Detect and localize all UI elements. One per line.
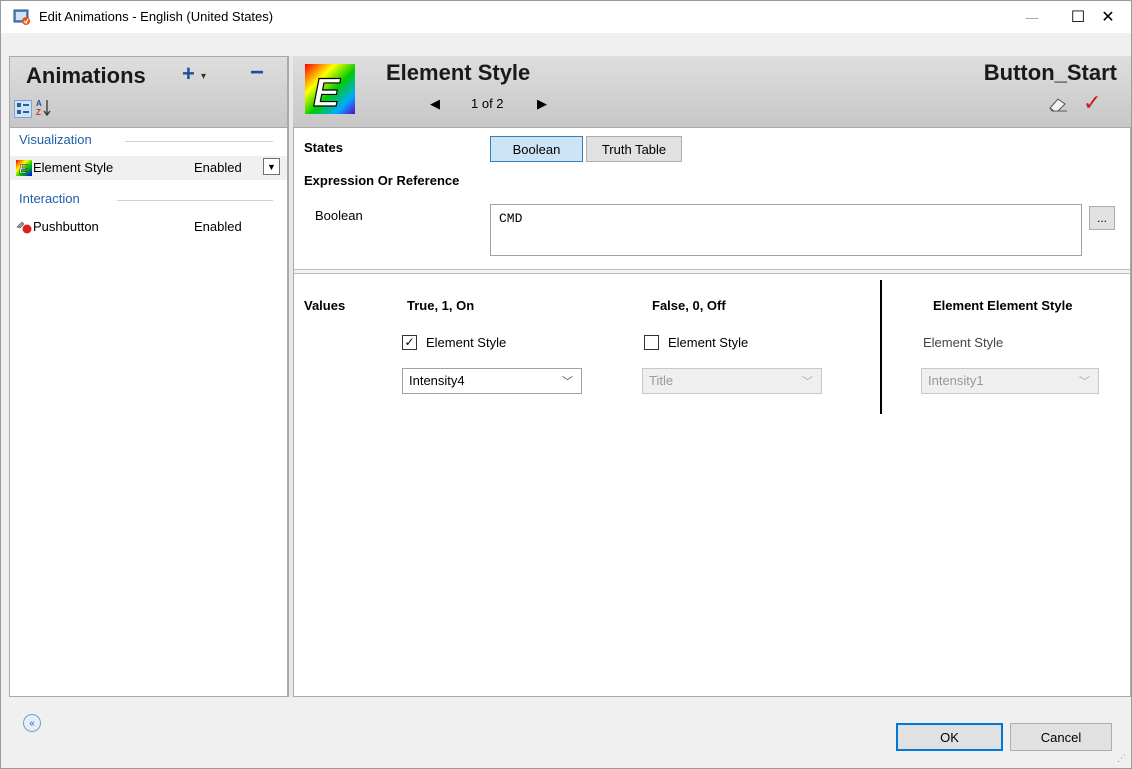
group-label-interaction: Interaction (19, 191, 80, 206)
eraser-icon[interactable] (1048, 96, 1068, 112)
ok-label: OK (940, 729, 959, 745)
remove-animation-button[interactable]: − (250, 59, 264, 87)
edit-animations-window: Edit Animations - English (United States… (0, 0, 1132, 769)
group-divider (125, 141, 273, 142)
group-divider (117, 200, 273, 201)
window-title: Edit Animations - English (United States… (39, 9, 274, 24)
animation-item-state: Enabled (194, 160, 242, 175)
checkmark-icon: ✓ (404, 335, 415, 349)
svg-text:A: A (36, 99, 42, 108)
chevron-down-icon: ﹀ (1079, 376, 1090, 388)
add-animation-button[interactable]: + (182, 61, 195, 87)
minimize-button[interactable]: — (1009, 1, 1055, 33)
combo-value: Intensity1 (928, 373, 984, 388)
animations-panel (9, 56, 288, 697)
cancel-label: Cancel (1040, 729, 1082, 745)
animation-item-name: Element Style (33, 160, 114, 175)
group-label-visualization: Visualization (19, 132, 92, 147)
animation-item-pushbutton[interactable]: Pushbutton Enabled (10, 215, 287, 239)
combo-value: Title (649, 373, 674, 388)
svg-text:E: E (19, 162, 28, 176)
apply-check-icon[interactable]: ✓ (1083, 90, 1101, 116)
close-icon: ✕ (1101, 9, 1115, 26)
combo-value: Intensity4 (409, 373, 465, 388)
app-icon (13, 9, 30, 25)
add-animation-dropdown-icon[interactable]: ▾ (201, 71, 206, 82)
browse-button[interactable]: ... (1089, 206, 1115, 230)
close-button[interactable]: ✕ (1085, 1, 1131, 33)
animations-title: Animations (26, 63, 146, 88)
sort-alphabetical-icon[interactable]: A Z (36, 98, 52, 118)
resize-grip-icon[interactable]: ⋰ (1117, 753, 1126, 764)
expression-value: CMD (499, 211, 523, 226)
true-element-style-combo[interactable]: Intensity4 ﹀ (402, 368, 582, 394)
state-dropdown-button[interactable]: ▼ (263, 158, 280, 175)
az-sort-glyph-icon: A Z (36, 99, 51, 117)
editor-header: E Element Style ◀ 1 of 2 ▶ Button_Start … (293, 56, 1131, 128)
double-chevron-left-icon: « (29, 717, 35, 729)
element-style-icon: E (16, 160, 32, 176)
animation-item-name: Pushbutton (33, 219, 99, 234)
element-style-combo: Intensity1 ﹀ (921, 368, 1099, 394)
true-column-header: True, 1, On (407, 298, 475, 313)
next-page-button[interactable]: ▶ (537, 96, 547, 112)
section-divider[interactable] (294, 269, 1130, 274)
object-name: Button_Start (983, 60, 1117, 85)
true-element-style-checkbox[interactable]: ✓ (402, 335, 417, 350)
animations-header: Animations + ▾ − A Z (9, 56, 288, 128)
minimize-icon: — (1025, 9, 1039, 25)
categorized-view-icon[interactable] (14, 100, 32, 118)
false-checkbox-label: Element Style (668, 335, 749, 350)
animation-item-state: Enabled (194, 219, 242, 234)
chevron-down-icon: ﹀ (802, 376, 813, 388)
svg-text:E: E (313, 71, 341, 114)
chevron-down-icon: ▼ (267, 161, 276, 172)
state-truth-table-button[interactable]: Truth Table (586, 136, 682, 162)
animation-item-element-style[interactable]: E Element Style Enabled ▼ (10, 156, 287, 180)
state-boolean-label: Boolean (512, 141, 561, 157)
expression-field-label: Boolean (315, 208, 363, 223)
element-style-large-icon: E (305, 64, 355, 114)
element-column-header: Element Element Style (933, 298, 1073, 313)
ok-button[interactable]: OK (896, 723, 1003, 751)
previous-page-button[interactable]: ◀ (430, 96, 440, 112)
pushbutton-icon (16, 221, 32, 234)
ellipsis-icon: ... (1096, 211, 1107, 225)
chevron-down-icon: ﹀ (562, 376, 573, 388)
editor-title: Element Style (386, 60, 531, 85)
false-column-header: False, 0, Off (652, 298, 726, 313)
state-truth-table-label: Truth Table (601, 141, 667, 157)
collapse-panel-button[interactable]: « (23, 714, 41, 732)
false-element-style-checkbox[interactable] (644, 335, 659, 350)
maximize-icon: ☐ (1070, 9, 1086, 26)
page-indicator: 1 of 2 (471, 96, 504, 111)
states-label: States (304, 140, 344, 155)
column-divider (880, 280, 882, 414)
state-boolean-button[interactable]: Boolean (490, 136, 583, 162)
title-bar: Edit Animations - English (United States… (1, 1, 1131, 33)
true-checkbox-label: Element Style (426, 335, 507, 350)
categorized-grid-icon (17, 103, 29, 114)
expression-section-label: Expression Or Reference (304, 173, 460, 188)
element-column-label: Element Style (923, 335, 1004, 350)
values-label: Values (304, 298, 346, 313)
false-element-style-combo: Title ﹀ (642, 368, 822, 394)
svg-text:Z: Z (36, 108, 41, 117)
expression-input[interactable]: CMD (490, 204, 1082, 256)
cancel-button[interactable]: Cancel (1010, 723, 1112, 751)
